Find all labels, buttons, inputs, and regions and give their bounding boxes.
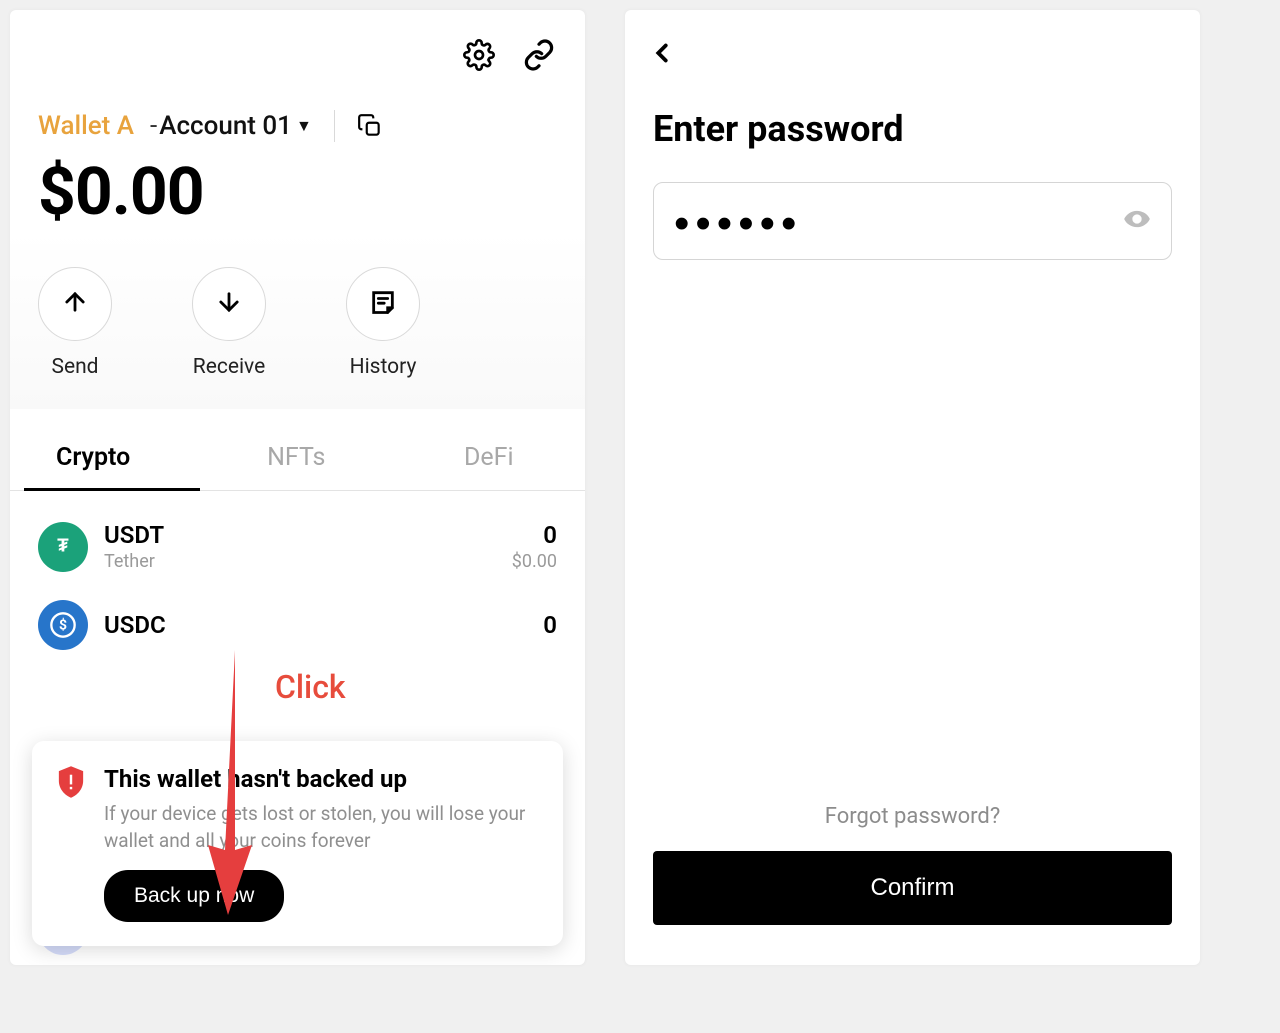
note-icon (369, 288, 397, 320)
password-screen: Enter password •••••• Forgot password? C… (625, 10, 1200, 965)
backup-card: This wallet hasn't backed up If your dev… (32, 741, 563, 946)
separator: - (150, 111, 157, 141)
backup-now-button[interactable]: Back up now (104, 870, 284, 922)
arrow-down-icon (215, 288, 243, 320)
annotation-click: Click (275, 668, 346, 706)
forgot-password-link[interactable]: Forgot password? (625, 804, 1200, 829)
link-icon[interactable] (523, 39, 555, 71)
asset-name: Tether (104, 551, 512, 572)
tabs: Crypto NFTs DeFi (10, 427, 585, 491)
asset-symbol: USDT (104, 521, 512, 549)
tab-defi[interactable]: DeFi (393, 427, 586, 490)
account-name: Account 01 (159, 111, 292, 141)
history-label: History (350, 355, 417, 379)
eye-icon[interactable] (1123, 205, 1151, 237)
send-label: Send (51, 355, 98, 379)
usdc-icon: $ (38, 600, 88, 650)
copy-icon[interactable] (357, 113, 383, 139)
asset-row[interactable]: ₮ USDT Tether 0 $0.00 (38, 507, 557, 586)
wallet-selector[interactable]: Wallet A - Account 01 ▼ (10, 110, 585, 142)
receive-button[interactable]: Receive (192, 267, 266, 379)
page-title: Enter password (625, 72, 1200, 150)
tab-nfts[interactable]: NFTs (200, 427, 393, 490)
arrow-up-icon (61, 288, 89, 320)
asset-value: $0.00 (512, 551, 557, 572)
topbar (10, 10, 585, 100)
confirm-button[interactable]: Confirm (653, 851, 1172, 925)
password-field[interactable]: •••••• (653, 182, 1172, 260)
history-button[interactable]: History (346, 267, 420, 379)
back-icon[interactable] (647, 38, 677, 68)
usdt-icon: ₮ (38, 522, 88, 572)
divider (334, 110, 335, 142)
asset-symbol: USDC (104, 611, 543, 639)
svg-text:₮: ₮ (57, 534, 69, 556)
action-row: Send Receive History (10, 231, 585, 409)
receive-label: Receive (193, 355, 266, 379)
asset-row[interactable]: $ USDC 0 (38, 586, 557, 664)
svg-text:$: $ (59, 617, 67, 634)
backup-text: If your device gets lost or stolen, you … (104, 801, 539, 854)
gear-icon[interactable] (463, 39, 495, 71)
balance: $0.00 (10, 142, 585, 231)
password-value: •••••• (674, 196, 1111, 246)
asset-list: ₮ USDT Tether 0 $0.00 $ USDC (10, 491, 585, 664)
wallet-name: Wallet A (38, 111, 134, 141)
shield-alert-icon (56, 765, 88, 922)
backup-title: This wallet hasn't backed up (104, 765, 539, 793)
tab-crypto[interactable]: Crypto (10, 427, 200, 490)
asset-qty: 0 (543, 611, 557, 639)
asset-qty: 0 (512, 521, 557, 549)
send-button[interactable]: Send (38, 267, 112, 379)
wallet-home-screen: Wallet A - Account 01 ▼ $0.00 Send (10, 10, 585, 965)
chevron-down-icon: ▼ (296, 116, 312, 136)
